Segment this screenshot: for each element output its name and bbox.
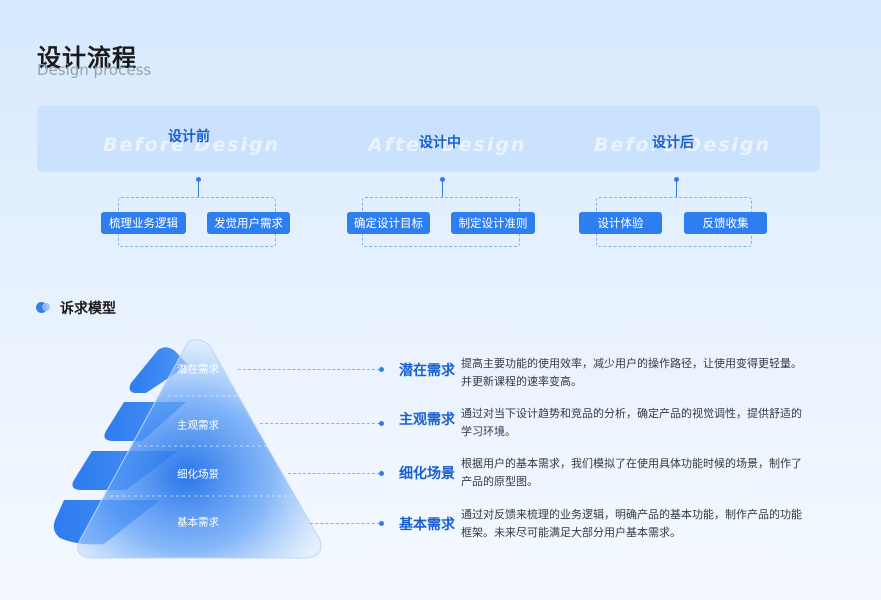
need-title-potential: 潜在需求 — [399, 363, 455, 379]
pyramid-label-potential: 潜在需求 — [177, 363, 219, 376]
need-desc-basic: 通过对反馈来梳理的业务逻辑，明确产品的基本功能，制作产品的功能框架。未来尽可能满… — [461, 508, 802, 539]
need-title-scenario: 细化场景 — [399, 466, 455, 482]
need-desc-potential: 提高主要功能的使用效率，减少用户的操作路径，让使用变得更轻量。并更新课程的速率变… — [461, 357, 802, 388]
need-connector-dot — [379, 367, 384, 372]
need-connector — [310, 523, 380, 524]
need-desc-subjective: 通过对当下设计趋势和竞品的分析，确定产品的视觉调性，提供舒适的学习环境。 — [461, 407, 802, 438]
need-title-subjective: 主观需求 — [399, 412, 455, 428]
need-connector — [288, 473, 380, 474]
need-connector-dot — [379, 421, 384, 426]
need-connector — [238, 369, 380, 370]
need-connector — [260, 423, 380, 424]
need-desc-scenario: 根据用户的基本需求，我们模拟了在使用具体功能时候的场景，制作了产品的原型图。 — [461, 457, 802, 488]
need-connector-dot — [379, 521, 384, 526]
need-connector-dot — [379, 471, 384, 476]
need-title-basic: 基本需求 — [399, 517, 455, 533]
pyramid-label-scenario: 细化场景 — [177, 468, 219, 481]
pyramid-label-basic: 基本需求 — [177, 516, 219, 529]
pyramid-label-subjective: 主观需求 — [177, 419, 219, 432]
